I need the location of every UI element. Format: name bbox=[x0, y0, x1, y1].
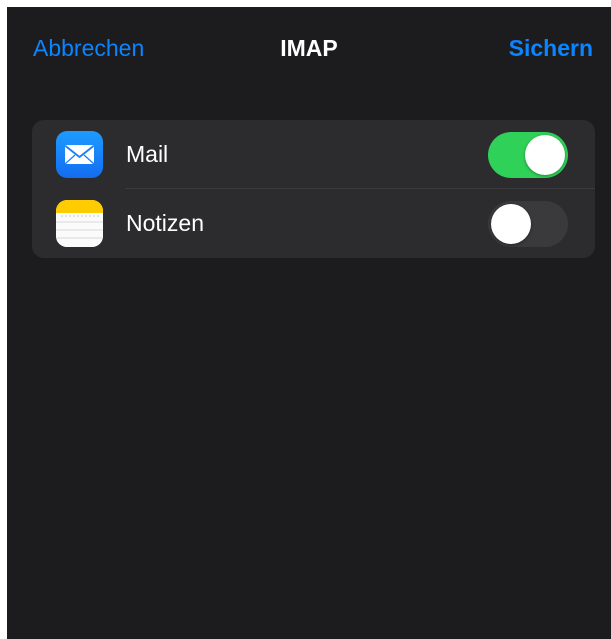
save-button[interactable]: Sichern bbox=[509, 35, 593, 62]
settings-row-label: Mail bbox=[126, 141, 169, 167]
imap-settings-screen: Abbrechen IMAP Sichern Mail Notizen bbox=[7, 7, 611, 639]
mail-toggle[interactable] bbox=[488, 132, 568, 178]
settings-row-mail: Mail bbox=[32, 120, 595, 189]
navigation-bar: Abbrechen IMAP Sichern bbox=[7, 7, 611, 93]
account-apps-group: Mail Notizen bbox=[32, 120, 595, 258]
toggle-knob bbox=[491, 204, 531, 244]
settings-row-label: Notizen bbox=[126, 210, 204, 236]
cancel-button[interactable]: Abbrechen bbox=[33, 35, 144, 62]
settings-row-notes: Notizen bbox=[32, 189, 595, 258]
mail-app-icon bbox=[56, 131, 103, 178]
toggle-knob bbox=[525, 135, 565, 175]
notes-app-icon bbox=[56, 200, 103, 247]
notes-toggle[interactable] bbox=[488, 201, 568, 247]
